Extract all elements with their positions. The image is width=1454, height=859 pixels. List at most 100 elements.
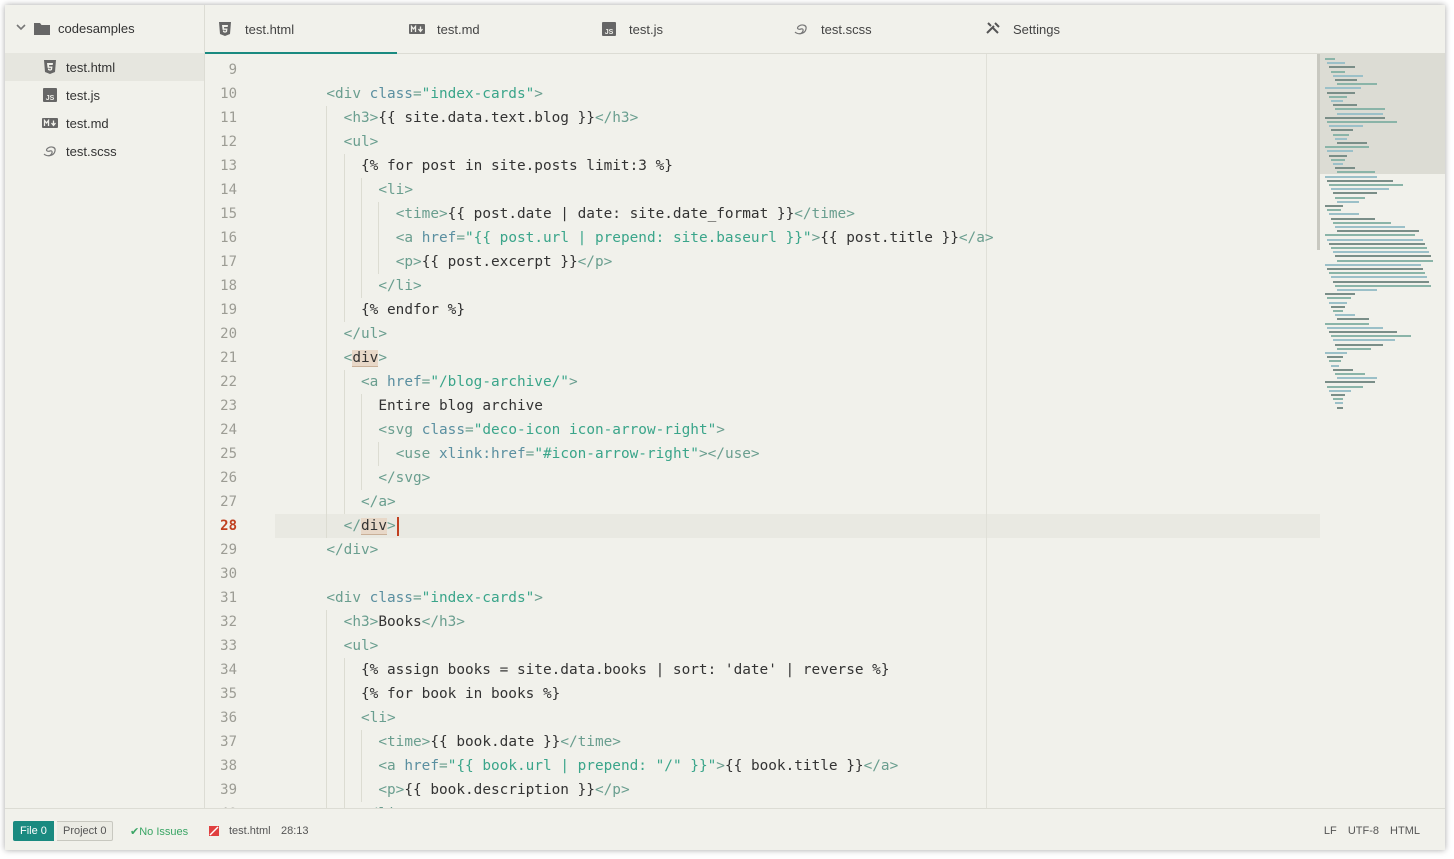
code-line[interactable]: {% for post in site.posts limit:3 %} bbox=[361, 154, 673, 178]
code-line[interactable]: <h3>Books</h3> bbox=[344, 610, 465, 634]
minimap-line bbox=[1333, 221, 1391, 224]
code-line[interactable]: <div class="index-cards"> bbox=[326, 82, 543, 106]
tree-item-test-html[interactable]: test.html bbox=[5, 53, 204, 81]
line-number[interactable]: 13 bbox=[205, 154, 237, 178]
line-number[interactable]: 30 bbox=[205, 562, 237, 586]
status-filename[interactable]: test.html bbox=[229, 825, 271, 837]
minimap[interactable] bbox=[1317, 54, 1445, 808]
line-number[interactable]: 24 bbox=[205, 418, 237, 442]
linter-project-tab[interactable]: Project 0 bbox=[57, 821, 114, 841]
code-line[interactable]: <a href="{{ book.url | prepend: "/" }}">… bbox=[378, 754, 898, 778]
line-number[interactable]: 16 bbox=[205, 226, 237, 250]
code-line[interactable]: {% endfor %} bbox=[361, 298, 465, 322]
code-line[interactable]: <ul> bbox=[344, 130, 379, 154]
code-line[interactable]: <time>{{ post.date | date: site.date_for… bbox=[396, 202, 855, 226]
line-number[interactable]: 17 bbox=[205, 250, 237, 274]
code-line[interactable]: </div> bbox=[344, 514, 399, 538]
tab-test-html[interactable]: test.html bbox=[205, 5, 397, 54]
line-number[interactable]: 38 bbox=[205, 754, 237, 778]
grammar[interactable]: HTML bbox=[1390, 825, 1420, 837]
code-line[interactable]: <p>{{ post.excerpt }}</p> bbox=[396, 250, 613, 274]
line-number[interactable]: 11 bbox=[205, 106, 237, 130]
minimap-line bbox=[1335, 79, 1357, 81]
code-line[interactable]: <a href="{{ post.url | prepend: site.bas… bbox=[396, 226, 994, 250]
line-number[interactable]: 26 bbox=[205, 466, 237, 490]
line-number[interactable]: 19 bbox=[205, 298, 237, 322]
code-line[interactable]: Entire blog archive bbox=[378, 394, 543, 418]
line-number[interactable]: 20 bbox=[205, 322, 237, 346]
project-count: 0 bbox=[100, 825, 107, 837]
minimap-line bbox=[1335, 314, 1355, 317]
code-token: "index-cards" bbox=[421, 590, 535, 606]
tree-item-test-md[interactable]: test.md bbox=[5, 109, 204, 137]
code-line[interactable]: </svg> bbox=[378, 466, 430, 490]
code-line[interactable]: <p>{{ book.description }}</p> bbox=[378, 778, 629, 802]
code-line[interactable]: </a> bbox=[361, 490, 396, 514]
line-number[interactable]: 15 bbox=[205, 202, 237, 226]
code-line[interactable]: </div> bbox=[326, 538, 378, 562]
line-number[interactable]: 28 bbox=[205, 514, 237, 538]
code-line[interactable]: <h3>{{ site.data.text.blog }}</h3> bbox=[344, 106, 639, 130]
markdown-file-icon bbox=[409, 24, 425, 34]
tree-item-test-js[interactable]: JS test.js bbox=[5, 81, 204, 109]
line-number[interactable]: 14 bbox=[205, 178, 237, 202]
check-icon: ✔ bbox=[130, 826, 140, 838]
linter-file-tab[interactable]: File 0 bbox=[13, 821, 54, 841]
line-number[interactable]: 23 bbox=[205, 394, 237, 418]
minimap-line bbox=[1333, 251, 1429, 254]
line-number[interactable]: 34 bbox=[205, 658, 237, 682]
line-number[interactable]: 18 bbox=[205, 274, 237, 298]
line-number[interactable]: 35 bbox=[205, 682, 237, 706]
line-number[interactable]: 39 bbox=[205, 778, 237, 802]
code-token: </ bbox=[343, 518, 361, 534]
indent-guide bbox=[343, 682, 345, 706]
line-number[interactable]: 12 bbox=[205, 130, 237, 154]
line-number[interactable]: 36 bbox=[205, 706, 237, 730]
minimap-line bbox=[1327, 150, 1353, 153]
code-line[interactable]: <ul> bbox=[344, 634, 379, 658]
code-line[interactable]: {% for book in books %} bbox=[361, 682, 560, 706]
chevron-down-icon[interactable] bbox=[15, 21, 27, 33]
tab-settings[interactable]: Settings bbox=[973, 5, 1165, 53]
project-root[interactable]: codesamples bbox=[5, 5, 204, 54]
line-number[interactable]: 33 bbox=[205, 634, 237, 658]
line-number[interactable]: 22 bbox=[205, 370, 237, 394]
code-line[interactable]: </li> bbox=[378, 274, 421, 298]
code-line[interactable]: <li> bbox=[378, 178, 413, 202]
code-line[interactable]: <a href="/blog-archive/"> bbox=[361, 370, 578, 394]
code-line[interactable]: <use xlink:href="#icon-arrow-right"></us… bbox=[396, 442, 760, 466]
minimap-line bbox=[1335, 196, 1365, 199]
line-number[interactable]: 32 bbox=[205, 610, 237, 634]
file-tree: test.html JS test.js test.md test.scss bbox=[5, 53, 204, 165]
code-line[interactable]: {% assign books = site.data.books | sort… bbox=[361, 658, 890, 682]
line-number-gutter[interactable]: 9 10 11 12 13 14 15 16 17 18 19 20 21 22 23 24 25 26 27 28 2… bbox=[205, 54, 275, 808]
code-area[interactable]: <div class="index-cards"> <h3>{{ site.dat… bbox=[275, 54, 1320, 808]
code-line[interactable]: <svg class="deco-icon icon-arrow-right"> bbox=[378, 418, 725, 442]
line-number[interactable]: 25 bbox=[205, 442, 237, 466]
code-line[interactable]: <div> bbox=[344, 346, 387, 370]
minimap-scroll-indicator[interactable] bbox=[1317, 54, 1320, 250]
tab-test-js[interactable]: JS test.js bbox=[589, 5, 781, 53]
line-number[interactable]: 10 bbox=[205, 82, 237, 106]
tree-item-test-scss[interactable]: test.scss bbox=[5, 137, 204, 165]
text-editor[interactable]: 9 10 11 12 13 14 15 16 17 18 19 20 21 22 23 24 25 26 27 28 2… bbox=[205, 54, 1445, 808]
code-line[interactable]: <li> bbox=[361, 706, 396, 730]
cursor-position[interactable]: 28:13 bbox=[281, 825, 309, 837]
linter-issues[interactable]: ✔No Issues bbox=[130, 825, 188, 838]
tab-test-scss[interactable]: test.scss bbox=[781, 5, 973, 53]
code-line[interactable]: <div class="index-cards"> bbox=[326, 586, 543, 610]
encoding[interactable]: UTF-8 bbox=[1348, 825, 1379, 837]
line-ending[interactable]: LF bbox=[1324, 825, 1337, 837]
line-number[interactable]: 37 bbox=[205, 730, 237, 754]
line-number[interactable]: 9 bbox=[205, 58, 237, 82]
indent-guide bbox=[343, 298, 345, 322]
code-line[interactable]: <time>{{ book.date }}</time> bbox=[378, 730, 621, 754]
line-number[interactable]: 21 bbox=[205, 346, 237, 370]
line-number[interactable]: 27 bbox=[205, 490, 237, 514]
line-number[interactable]: 31 bbox=[205, 586, 237, 610]
line-number[interactable]: 29 bbox=[205, 538, 237, 562]
code-line[interactable]: </ul> bbox=[344, 322, 387, 346]
indent-guide bbox=[326, 682, 328, 706]
tab-test-md[interactable]: test.md bbox=[397, 5, 589, 53]
indent-guide bbox=[326, 370, 328, 394]
